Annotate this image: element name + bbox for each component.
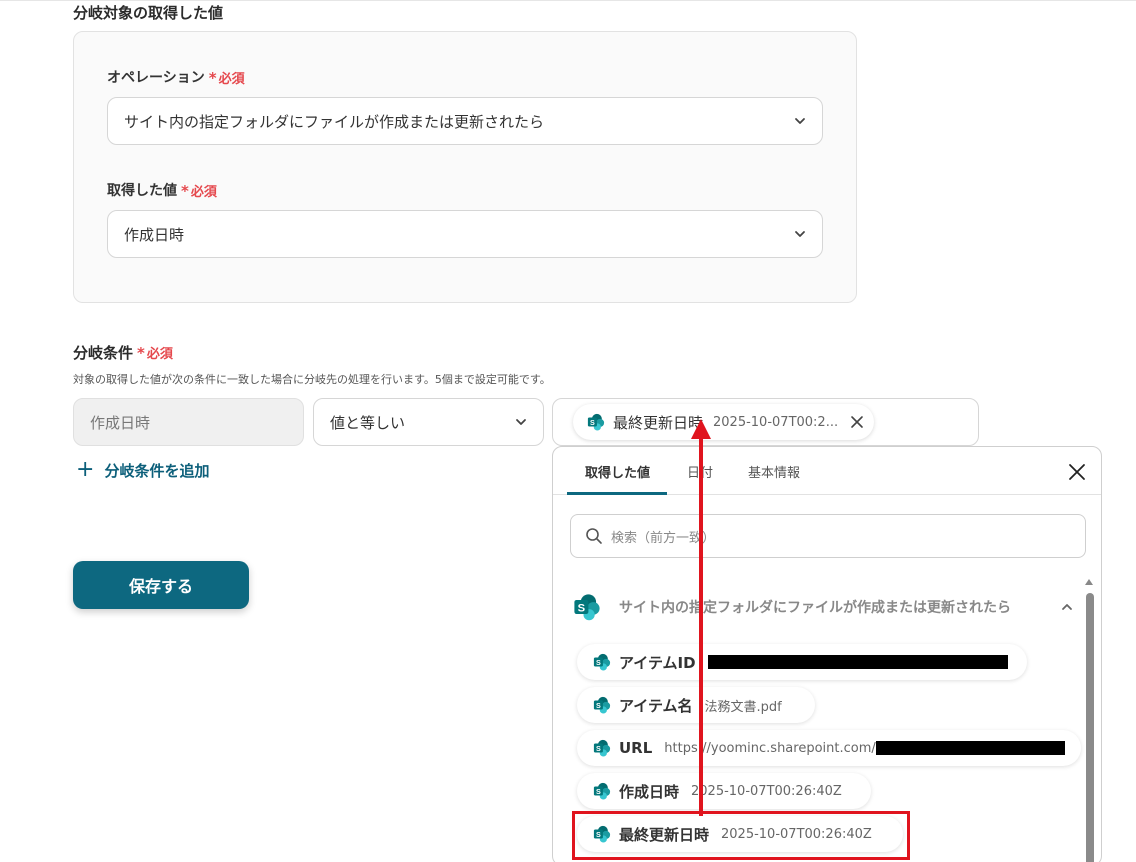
value-chip-name: 最終更新日時 bbox=[613, 413, 704, 432]
tab-acquired-value[interactable]: 取得した値 bbox=[585, 447, 650, 495]
add-condition-label: 分岐条件を追加 bbox=[104, 461, 210, 480]
operation-label: オペレーション bbox=[107, 70, 205, 86]
sharepoint-icon: S bbox=[587, 413, 605, 431]
item-value: https://yoominc.sharepoint.com/ bbox=[664, 740, 876, 756]
acquired-label-row: 取得した値 * 必須 bbox=[107, 180, 217, 200]
condition-label-row: 分岐条件 * 必須 bbox=[73, 342, 173, 363]
chevron-down-icon bbox=[795, 231, 805, 237]
group-title: サイト内の指定フォルダにファイルが作成または更新されたら bbox=[619, 600, 1011, 616]
condition-operator-select[interactable]: 値と等しい bbox=[313, 398, 544, 446]
add-condition-button[interactable]: + 分岐条件を追加 bbox=[76, 459, 209, 481]
condition-description: 対象の取得した値が次の条件に一致した場合に分岐先の処理を行います。5個まで設定可… bbox=[73, 373, 551, 386]
item-value: 2025-10-07T00:26:40Z bbox=[691, 783, 842, 799]
section-heading: 分岐対象の取得した値 bbox=[73, 4, 224, 22]
value-picker-dropdown: 取得した値 日付 基本情報 検索（前方一致） S サイト内の指定フォルダにファイ… bbox=[552, 446, 1102, 862]
group-header[interactable]: S サイト内の指定フォルダにファイルが作成または更新されたら bbox=[573, 593, 1073, 621]
plus-icon: + bbox=[76, 457, 95, 482]
redacted-value bbox=[707, 655, 1008, 669]
acquired-label: 取得した値 bbox=[107, 183, 177, 199]
sharepoint-icon: S bbox=[593, 696, 611, 714]
close-icon[interactable] bbox=[1067, 462, 1087, 482]
required-badge: * 必須 bbox=[181, 181, 217, 200]
list-item[interactable]: S URL https://yoominc.sharepoint.com/ bbox=[577, 730, 1081, 766]
sharepoint-icon: S bbox=[593, 653, 611, 671]
item-name: アイテム名 bbox=[619, 696, 693, 715]
list-item[interactable]: S アイテム名 法務文書.pdf bbox=[577, 687, 815, 723]
item-value: 法務文書.pdf bbox=[704, 699, 782, 715]
scroll-up-arrow[interactable] bbox=[1085, 579, 1093, 585]
condition-label: 分岐条件 bbox=[73, 344, 134, 362]
redacted-value bbox=[875, 741, 1065, 755]
sharepoint-icon: S bbox=[593, 782, 611, 800]
save-button[interactable]: 保存する bbox=[73, 561, 249, 609]
value-chip[interactable]: S 最終更新日時 2025-10-07T00:2... bbox=[573, 404, 875, 440]
condition-field: 作成日時 bbox=[73, 398, 304, 446]
active-tab-indicator bbox=[567, 492, 667, 495]
operation-label-row: オペレーション * 必須 bbox=[107, 67, 245, 87]
dropdown-tabs: 取得した値 日付 基本情報 bbox=[553, 447, 1101, 495]
search-input[interactable]: 検索（前方一致） bbox=[570, 514, 1086, 558]
svg-text:S: S bbox=[596, 787, 601, 796]
operation-select-value: サイト内の指定フォルダにファイルが作成または更新されたら bbox=[124, 112, 545, 131]
svg-text:S: S bbox=[590, 418, 595, 427]
svg-text:S: S bbox=[596, 701, 601, 710]
svg-text:S: S bbox=[578, 602, 586, 614]
top-divider bbox=[0, 0, 1136, 1]
annotation-arrow-line bbox=[699, 436, 703, 816]
tab-basic-info[interactable]: 基本情報 bbox=[748, 447, 800, 495]
value-chip-value: 2025-10-07T00:2... bbox=[713, 414, 839, 430]
condition-value-input[interactable]: S 最終更新日時 2025-10-07T00:2... bbox=[552, 398, 979, 446]
annotation-arrow-head bbox=[691, 419, 711, 439]
required-badge: * 必須 bbox=[137, 344, 173, 362]
acquired-select-value: 作成日時 bbox=[124, 225, 185, 244]
list-item[interactable]: S アイテムID bbox=[577, 644, 1027, 680]
remove-chip-icon[interactable] bbox=[850, 415, 864, 429]
svg-text:S: S bbox=[596, 744, 601, 753]
search-icon bbox=[586, 528, 602, 544]
item-name: 作成日時 bbox=[619, 782, 680, 801]
required-badge: * 必須 bbox=[208, 68, 245, 87]
operation-select[interactable]: サイト内の指定フォルダにファイルが作成または更新されたら bbox=[107, 97, 823, 145]
condition-operator-value: 値と等しい bbox=[330, 413, 406, 432]
scrollbar-thumb[interactable] bbox=[1086, 593, 1094, 862]
item-name: URL bbox=[619, 739, 653, 757]
sharepoint-icon: S bbox=[574, 594, 600, 621]
annotation-highlight-box bbox=[572, 811, 910, 860]
item-name: アイテムID bbox=[619, 653, 696, 672]
chevron-down-icon bbox=[516, 419, 526, 425]
svg-text:S: S bbox=[596, 658, 601, 667]
chevron-down-icon bbox=[795, 118, 805, 124]
list-item[interactable]: S 作成日時 2025-10-07T00:26:40Z bbox=[577, 773, 871, 809]
sharepoint-icon: S bbox=[593, 739, 611, 757]
acquired-select[interactable]: 作成日時 bbox=[107, 210, 823, 258]
chevron-up-icon bbox=[1062, 604, 1072, 610]
